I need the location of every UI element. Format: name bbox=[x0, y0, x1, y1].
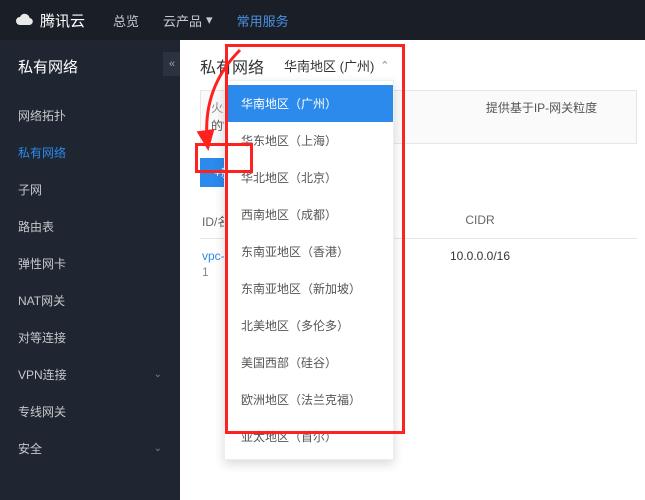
sidebar-item-2[interactable]: 子网 bbox=[0, 171, 180, 208]
sidebar-item-label: 安全 bbox=[18, 440, 42, 457]
region-option-2[interactable]: 华北地区（北京） bbox=[225, 159, 393, 196]
top-links: 总览 云产品 ▾ 常用服务 bbox=[113, 11, 313, 30]
sidebar-item-label: 私有网络 bbox=[18, 144, 66, 161]
sidebar-item-1[interactable]: 私有网络 bbox=[0, 134, 180, 171]
page-title: 私有网络 bbox=[200, 54, 637, 78]
sidebar-item-9[interactable]: 安全 ⌄ bbox=[0, 430, 180, 467]
sidebar-title: 私有网络 bbox=[0, 40, 180, 91]
region-dropdown: 华南地区（广州）华东地区（上海）华北地区（北京）西南地区（成都）东南亚地区（香港… bbox=[224, 80, 394, 460]
sidebar-item-label: 路由表 bbox=[18, 218, 54, 235]
sidebar: 私有网络 « 网络拓扑私有网络子网路由表弹性网卡NAT网关对等连接VPN连接⌄专… bbox=[0, 40, 180, 500]
sidebar-item-label: 弹性网卡 bbox=[18, 255, 66, 272]
chevron-down-icon: ⌄ bbox=[154, 369, 162, 380]
sidebar-item-8[interactable]: 专线网关 bbox=[0, 393, 180, 430]
region-option-4[interactable]: 东南亚地区（香港） bbox=[225, 233, 393, 270]
cloud-icon bbox=[14, 10, 34, 30]
chevron-down-icon: ⌄ bbox=[154, 443, 162, 454]
top-link-products[interactable]: 云产品 ▾ bbox=[163, 11, 213, 30]
region-selected-label: 华南地区 (广州) bbox=[284, 56, 374, 75]
region-option-7[interactable]: 美国西部（硅谷） bbox=[225, 344, 393, 381]
col-header-cidr: CIDR bbox=[370, 213, 590, 230]
sidebar-item-3[interactable]: 路由表 bbox=[0, 208, 180, 245]
sidebar-item-7[interactable]: VPN连接 ⌄ bbox=[0, 356, 180, 393]
vpc-cidr-value: 10.0.0.0/16 bbox=[370, 249, 590, 279]
top-link-overview[interactable]: 总览 bbox=[113, 11, 139, 30]
sidebar-item-6[interactable]: 对等连接 bbox=[0, 319, 180, 356]
region-option-5[interactable]: 东南亚地区（新加坡） bbox=[225, 270, 393, 307]
sidebar-item-0[interactable]: 网络拓扑 bbox=[0, 97, 180, 134]
sidebar-item-label: VPN连接 bbox=[18, 366, 67, 383]
main-content: 私有网络 华南地区 (广州) ⌃ 华南地区（广州）华东地区（上海）华北地区（北京… bbox=[180, 40, 645, 500]
brand-logo: 腾讯云 bbox=[14, 10, 85, 31]
topbar: 腾讯云 总览 云产品 ▾ 常用服务 bbox=[0, 0, 645, 40]
region-option-0[interactable]: 华南地区（广州） bbox=[225, 85, 393, 122]
region-option-3[interactable]: 西南地区（成都） bbox=[225, 196, 393, 233]
caret-down-icon: ▾ bbox=[206, 12, 213, 28]
region-option-8[interactable]: 欧洲地区（法兰克福） bbox=[225, 381, 393, 418]
region-option-1[interactable]: 华东地区（上海） bbox=[225, 122, 393, 159]
sidebar-item-label: NAT网关 bbox=[18, 292, 65, 309]
top-link-common-services[interactable]: 常用服务 bbox=[237, 11, 289, 30]
sidebar-item-label: 对等连接 bbox=[18, 329, 66, 346]
sidebar-item-4[interactable]: 弹性网卡 bbox=[0, 245, 180, 282]
region-selector-trigger[interactable]: 华南地区 (广州) ⌃ bbox=[278, 52, 396, 79]
region-option-6[interactable]: 北美地区（多伦多） bbox=[225, 307, 393, 344]
sidebar-item-label: 网络拓扑 bbox=[18, 107, 66, 124]
brand-text: 腾讯云 bbox=[40, 10, 85, 31]
region-option-9[interactable]: 亚太地区（首尔） bbox=[225, 418, 393, 455]
caret-up-icon: ⌃ bbox=[380, 59, 389, 72]
sidebar-item-label: 子网 bbox=[18, 181, 42, 198]
sidebar-item-5[interactable]: NAT网关 bbox=[0, 282, 180, 319]
sidebar-item-label: 专线网关 bbox=[18, 403, 66, 420]
sidebar-collapse-button[interactable]: « bbox=[163, 52, 181, 76]
